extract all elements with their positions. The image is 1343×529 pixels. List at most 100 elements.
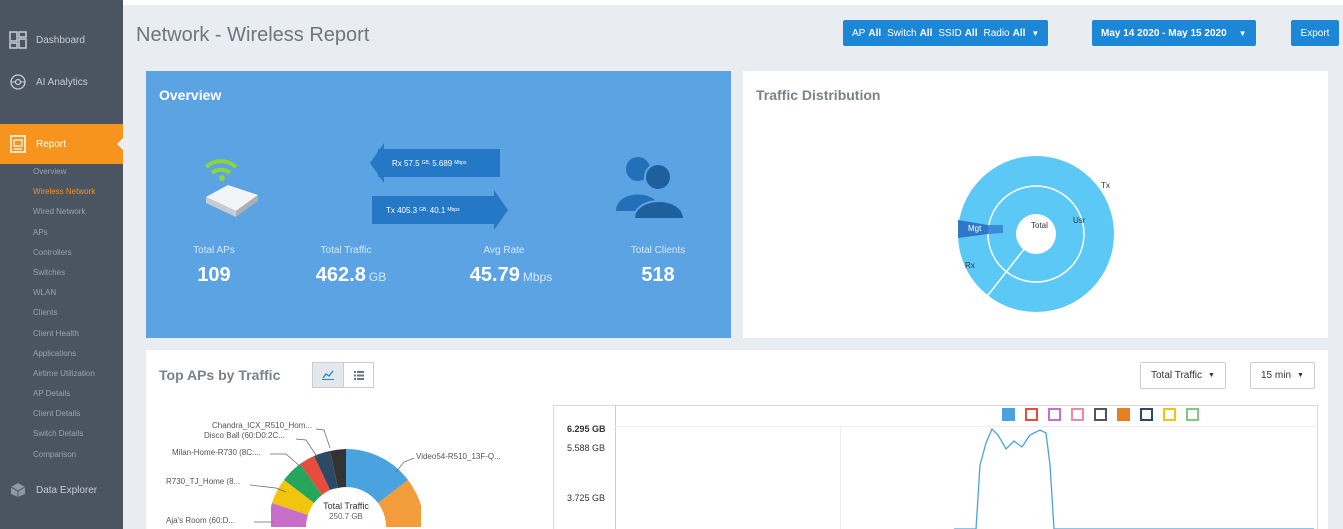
sidebar-item-label: Report: [36, 138, 67, 150]
sunburst-mgt-segment[interactable]: [988, 225, 1003, 234]
metric-dropdown-value: Total Traffic: [1151, 370, 1202, 381]
total-clients-value: 518: [618, 264, 698, 287]
sidebar-item-data-explorer[interactable]: Data Explorer: [0, 470, 123, 510]
filter-radio-label: Radio: [983, 27, 1010, 39]
dashboard-icon: [8, 30, 28, 50]
tx-value: Tx 405.3: [386, 205, 418, 215]
avg-rate-label: Avg Rate: [483, 245, 525, 256]
sidebar-item-label: Dashboard: [36, 34, 85, 46]
sunburst-tx-inner-label: Tx: [945, 226, 954, 235]
sunburst-mgt-label: Mgt: [968, 224, 982, 233]
total-traffic-value: 462.8 GB: [296, 264, 406, 287]
chevron-down-icon: ▼: [1238, 28, 1247, 38]
submenu-item-applications[interactable]: Applications: [0, 344, 123, 364]
export-button[interactable]: Export: [1291, 20, 1339, 46]
users-icon: [612, 149, 688, 226]
tx-unit: GB,: [419, 207, 428, 213]
sidebar-item-label: Data Explorer: [36, 484, 98, 496]
submenu-item-overview[interactable]: Overview: [0, 162, 123, 182]
data-explorer-icon: [8, 480, 28, 500]
avg-rate-unit: Mbps: [522, 270, 553, 284]
submenu-item-wireless-network[interactable]: Wireless Network: [0, 182, 123, 202]
chevron-down-icon: ▼: [1031, 28, 1040, 38]
sunburst-center-label: Total: [1031, 221, 1048, 230]
tx-arrow: Tx 405.3 GB, 40.1 Mbps: [372, 196, 494, 224]
active-caret: [117, 137, 124, 151]
submenu-item-client-details[interactable]: Client Details: [0, 404, 123, 424]
interval-dropdown[interactable]: 15 min ▼: [1250, 362, 1315, 389]
sunburst-center: [1016, 214, 1056, 254]
total-traffic-label: Total Traffic: [320, 245, 372, 256]
filter-button[interactable]: AP All Switch All SSID All Radio All ▼: [843, 20, 1049, 46]
submenu-item-airtime-utilization[interactable]: Airtime Utilization: [0, 364, 123, 384]
filter-ssid-value: All: [964, 27, 978, 39]
filter-switch-value: All: [919, 27, 933, 39]
report-icon: [8, 134, 28, 154]
date-range-label: May 14 2020 - May 15 2020: [1101, 27, 1227, 39]
rx-arrow-head: [370, 143, 384, 183]
submenu-item-switch-details[interactable]: Switch Details: [0, 424, 123, 444]
sidebar-item-label: AI Analytics: [36, 76, 88, 88]
rx-rate: 5.689: [432, 158, 453, 168]
filter-ap-label: AP: [852, 27, 866, 39]
sidebar-item-ai-analytics[interactable]: AI Analytics: [0, 62, 123, 102]
y-tick-label: 3.725 GB: [567, 493, 606, 503]
rx-arrow: Rx 57.5 GB, 5.689 Mbps: [378, 149, 500, 177]
report-submenu: Overview Wireless Network Wired Network …: [0, 162, 123, 465]
tx-rate-unit: Mbps: [447, 207, 460, 213]
traffic-distribution-card: Traffic Distribution Total Tx Usr Mgt Tx…: [743, 71, 1328, 338]
total-traffic-unit: GB: [368, 270, 387, 284]
submenu-item-client-health[interactable]: Client Health: [0, 324, 123, 344]
rx-rate-unit: Mbps: [454, 160, 467, 166]
metric-dropdown[interactable]: Total Traffic ▼: [1140, 362, 1226, 389]
filter-radio-value: All: [1012, 27, 1026, 39]
date-range-button[interactable]: May 14 2020 - May 15 2020 ▼: [1092, 20, 1256, 46]
y-tick-label: 5.588 GB: [567, 443, 606, 453]
filter-ssid-label: SSID: [938, 27, 962, 39]
traffic-line-series: [954, 427, 1314, 529]
sunburst-chart: [958, 156, 1114, 312]
sidebar: Dashboard AI Analytics Report Overview W…: [0, 0, 124, 529]
filter-switch-label: Switch: [887, 27, 917, 39]
sunburst-usr-label: Usr: [1073, 216, 1086, 225]
line-series-path[interactable]: [954, 427, 1314, 529]
submenu-item-clients[interactable]: Clients: [0, 303, 123, 323]
sunburst-tx-outer-label: Tx: [1101, 181, 1110, 190]
chevron-down-icon: ▼: [1207, 372, 1215, 379]
access-point-icon: [198, 149, 278, 226]
donut-leader-lines: [249, 428, 415, 523]
brain-icon: [8, 72, 28, 92]
total-clients-number: 518: [641, 264, 675, 286]
y-tick-label: 6.295 GB: [567, 424, 606, 434]
top-aps-card: Top APs by Traffic Total Traffic ▼ 15 min…: [146, 350, 1328, 529]
tx-rate: 40.1: [429, 205, 446, 215]
traffic-distribution-title: Traffic Distribution: [756, 87, 881, 103]
submenu-item-ap-details[interactable]: AP Details: [0, 384, 123, 404]
filter-ap-value: All: [868, 27, 882, 39]
total-aps-label: Total APs: [193, 245, 235, 256]
submenu-item-wired-network[interactable]: Wired Network: [0, 202, 123, 222]
tx-arrow-head: [494, 190, 508, 230]
top-bar: [123, 0, 1343, 5]
total-aps-value: 109: [174, 264, 254, 287]
submenu-item-switches[interactable]: Switches: [0, 263, 123, 283]
chevron-down-icon: ▼: [1297, 372, 1304, 379]
page-title: Network - Wireless Report: [136, 24, 370, 46]
overview-title: Overview: [159, 87, 222, 103]
avg-rate-number: 45.79: [469, 264, 520, 286]
interval-dropdown-value: 15 min: [1261, 370, 1292, 381]
total-clients-label: Total Clients: [630, 245, 686, 256]
submenu-item-wlan[interactable]: WLAN: [0, 283, 123, 303]
overview-card: Overview Rx 57.5 GB, 5.689 Mbps Tx 405.3 GB…: [146, 71, 731, 338]
total-traffic-number: 462.8: [315, 264, 366, 286]
sidebar-item-report[interactable]: Report: [0, 124, 124, 164]
rx-unit: GB,: [421, 160, 431, 166]
submenu-item-comparison[interactable]: Comparison: [0, 445, 123, 465]
sidebar-item-dashboard[interactable]: Dashboard: [0, 20, 123, 60]
rx-value: Rx 57.5: [392, 158, 420, 168]
total-aps-number: 109: [197, 264, 231, 286]
submenu-item-controllers[interactable]: Controllers: [0, 243, 123, 263]
sunburst-rx-label: Rx: [965, 261, 975, 270]
submenu-item-aps[interactable]: APs: [0, 223, 123, 243]
avg-rate-value: 45.79 Mbps: [446, 264, 576, 287]
